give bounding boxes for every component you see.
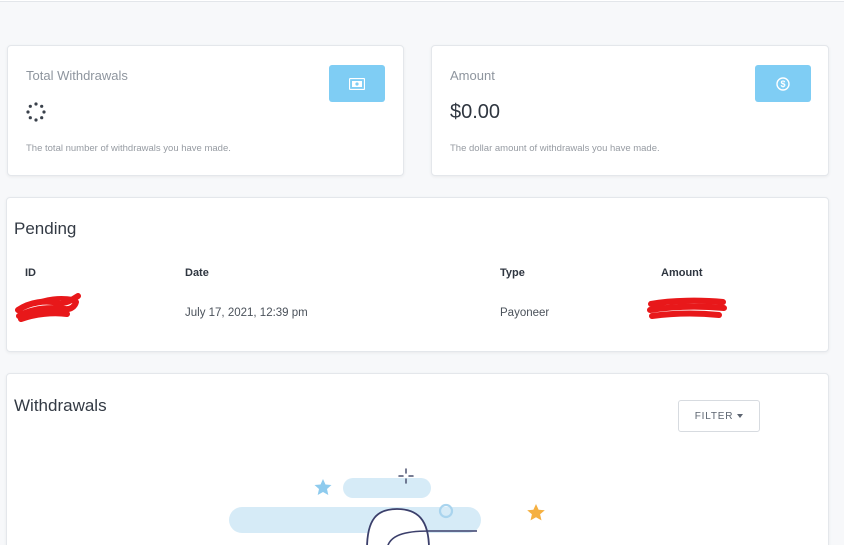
column-header-id: ID <box>25 267 36 279</box>
svg-text:$: $ <box>780 79 785 89</box>
empty-state-illustration <box>229 468 545 545</box>
withdrawals-icon-badge <box>329 65 385 102</box>
column-header-amount: Amount <box>661 267 703 279</box>
column-header-date: Date <box>185 267 209 279</box>
amount-card: Amount $0.00 The dollar amount of withdr… <box>431 45 829 176</box>
total-withdrawals-title: Total Withdrawals <box>26 68 128 83</box>
amount-icon-badge: $ <box>755 65 811 102</box>
top-bar-border <box>0 0 844 2</box>
amount-value: $0.00 <box>450 101 501 123</box>
filter-dropdown-button[interactable]: FILTER <box>678 400 760 432</box>
filter-button-label: FILTER <box>694 410 734 422</box>
amount-description: The dollar amount of withdrawals you hav… <box>450 143 660 154</box>
pending-type-cell: Payoneer <box>500 307 550 319</box>
column-header-type: Type <box>500 267 525 279</box>
redacted-id-scribble <box>15 293 81 322</box>
loading-spinner-icon <box>25 101 47 123</box>
withdrawals-heading: Withdrawals <box>14 396 107 415</box>
withdrawals-card: Withdrawals FILTER <box>6 373 829 545</box>
total-withdrawals-card: Total Withdrawals The total number of wi… <box>7 45 404 176</box>
pending-date-cell: July 17, 2021, 12:39 pm <box>185 307 308 319</box>
dollar-coin-icon: $ <box>776 76 790 91</box>
money-bill-icon <box>349 77 365 90</box>
pending-heading: Pending <box>14 219 77 238</box>
total-withdrawals-description: The total number of withdrawals you have… <box>26 143 231 154</box>
redacted-amount-scribble <box>647 297 727 319</box>
amount-title: Amount <box>450 68 495 83</box>
caret-down-icon <box>737 414 744 418</box>
pending-card: Pending ID Date Type Amount July 17, 202… <box>6 197 829 352</box>
